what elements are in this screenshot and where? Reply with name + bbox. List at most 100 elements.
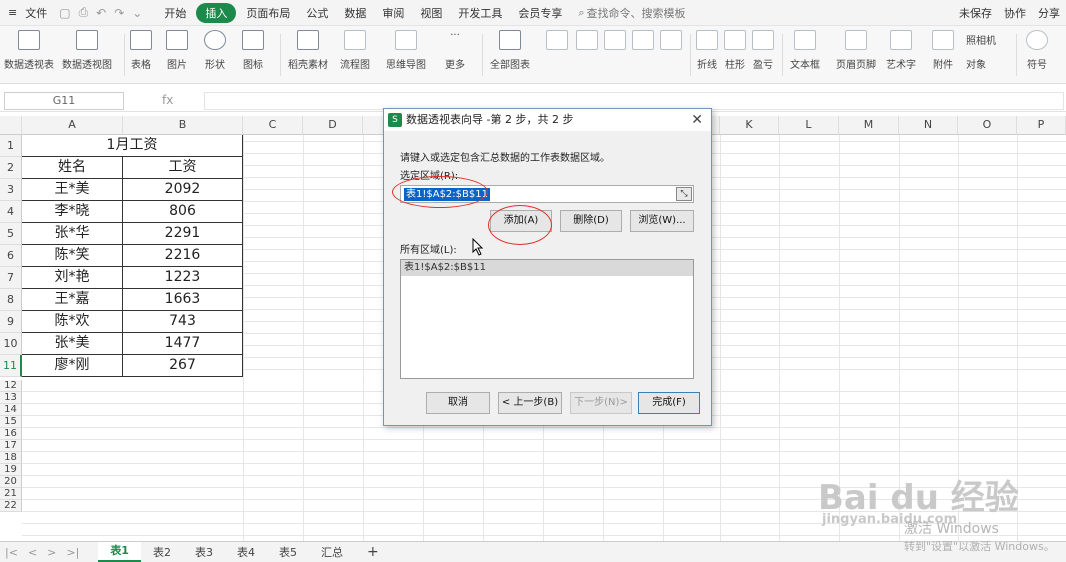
search-icon[interactable]: ⌕ [578,6,584,20]
header-salary-cell[interactable]: 工资 [123,157,243,179]
name-cell[interactable]: 王*嘉 [22,289,123,311]
attachment-button[interactable]: 附件 [932,30,954,71]
icon-button[interactable]: 图标 [242,30,264,71]
row-header[interactable]: 4 [0,201,22,223]
name-cell[interactable]: 张*华 [22,223,123,245]
salary-cell[interactable]: 267 [123,355,243,377]
header-name-cell[interactable]: 姓名 [22,157,123,179]
chart-type-icon-1[interactable] [546,30,568,56]
name-box[interactable]: G11 [4,92,124,110]
row-header[interactable]: 2 [0,157,22,179]
tab-member[interactable]: 会员专享 [510,5,570,21]
wordart-button[interactable]: 艺术字 [886,30,916,71]
chart-type-icon-2[interactable] [576,30,598,56]
col-header[interactable]: K [720,116,779,135]
shape-button[interactable]: 形状 [204,30,226,71]
docer-material-button[interactable]: 稻壳素材 [288,30,328,71]
undo-icon[interactable]: ↶ [92,6,110,20]
finish-button[interactable]: 完成(F) [638,392,700,414]
tab-home[interactable]: 开始 [156,5,194,21]
share-button[interactable]: 分享 [1038,5,1060,21]
salary-cell[interactable]: 1223 [123,267,243,289]
tab-view[interactable]: 视图 [412,5,450,21]
col-header[interactable]: N [899,116,958,135]
salary-cell[interactable]: 2216 [123,245,243,267]
row-header-selected[interactable]: 11 [0,355,22,377]
chart-type-icon-3[interactable] [604,30,626,56]
save-icon[interactable]: ▢ [55,6,74,20]
row-header[interactable]: 15 [0,416,22,428]
row-header[interactable]: 16 [0,428,22,440]
name-cell[interactable]: 张*美 [22,333,123,355]
table-button[interactable]: 表格 [130,30,152,71]
all-charts-button[interactable]: 全部图表 [490,30,530,71]
hamburger-icon[interactable]: ≡ [0,6,25,19]
row-header[interactable]: 18 [0,452,22,464]
pivot-chart-button[interactable]: 数据透视图 [62,30,112,71]
salary-cell[interactable]: 2092 [123,179,243,201]
dialog-titlebar[interactable]: S 数据透视表向导 -第 2 步，共 2 步 ✕ [384,109,711,131]
row-header[interactable]: 19 [0,464,22,476]
tab-formula[interactable]: 公式 [298,5,336,21]
sparkline-line-button[interactable]: 折线 [696,30,718,71]
row-header[interactable]: 5 [0,223,22,245]
row-header[interactable]: 3 [0,179,22,201]
row-header[interactable]: 17 [0,440,22,452]
chart-type-icon-4[interactable] [632,30,654,56]
pivot-table-button[interactable]: 数据透视表 [4,30,54,71]
name-cell[interactable]: 刘*艳 [22,267,123,289]
col-header[interactable]: A [22,116,123,135]
delete-button[interactable]: 删除(D) [560,210,622,232]
redo-icon[interactable]: ↷ [110,6,128,20]
add-sheet-icon[interactable]: + [355,544,391,560]
col-header[interactable]: B [123,116,243,135]
tab-data[interactable]: 数据 [336,5,374,21]
name-cell[interactable]: 陈*笑 [22,245,123,267]
row-header[interactable]: 10 [0,333,22,355]
row-header[interactable]: 20 [0,476,22,488]
table-title-cell[interactable]: 1月工资 [22,135,243,157]
last-sheet-icon[interactable]: >| [61,546,84,559]
symbol-button[interactable]: 符号 [1026,30,1048,71]
salary-cell[interactable]: 1663 [123,289,243,311]
row-header[interactable]: 14 [0,404,22,416]
range-picker-icon[interactable]: ⤡ [676,187,692,201]
object-button[interactable]: 对象 [966,56,986,71]
fx-icon[interactable]: fx [162,93,173,107]
mindmap-button[interactable]: 思维导图 [386,30,426,71]
row-header[interactable]: 8 [0,289,22,311]
collab-button[interactable]: 协作 [1004,5,1026,21]
close-icon[interactable]: ✕ [691,109,703,131]
salary-cell[interactable]: 2291 [123,223,243,245]
sheet-tab-summary[interactable]: 汇总 [309,544,355,560]
more-button[interactable]: ··· 更多 [444,30,466,71]
first-sheet-icon[interactable]: |< [0,546,23,559]
chart-type-icon-5[interactable] [660,30,682,56]
browse-button[interactable]: 浏览(W)... [630,210,694,232]
chevron-down-icon[interactable]: ⌄ [128,6,146,20]
sheet-tab-4[interactable]: 表4 [225,544,267,560]
col-header[interactable]: M [839,116,899,135]
menu-file[interactable]: 文件 [25,5,55,21]
textbox-button[interactable]: 文本框 [790,30,820,71]
row-header[interactable]: 12 [0,380,22,392]
name-cell[interactable]: 李*晓 [22,201,123,223]
sheet-tab-1[interactable]: 表1 [98,542,141,562]
prev-sheet-icon[interactable]: < [23,546,42,559]
salary-cell[interactable]: 743 [123,311,243,333]
select-all-corner[interactable] [0,116,22,135]
row-header[interactable]: 6 [0,245,22,267]
col-header[interactable]: C [243,116,303,135]
name-cell[interactable]: 廖*刚 [22,355,123,377]
salary-cell[interactable]: 1477 [123,333,243,355]
tab-review[interactable]: 审阅 [374,5,412,21]
col-header[interactable]: D [303,116,363,135]
row-header[interactable]: 9 [0,311,22,333]
col-header[interactable]: P [1017,116,1066,135]
row-header[interactable]: 1 [0,135,22,157]
picture-button[interactable]: 图片 [166,30,188,71]
row-header[interactable]: 22 [0,500,22,512]
col-header[interactable]: L [779,116,839,135]
print-icon[interactable]: ⎙ [75,5,93,20]
col-header[interactable]: O [958,116,1017,135]
